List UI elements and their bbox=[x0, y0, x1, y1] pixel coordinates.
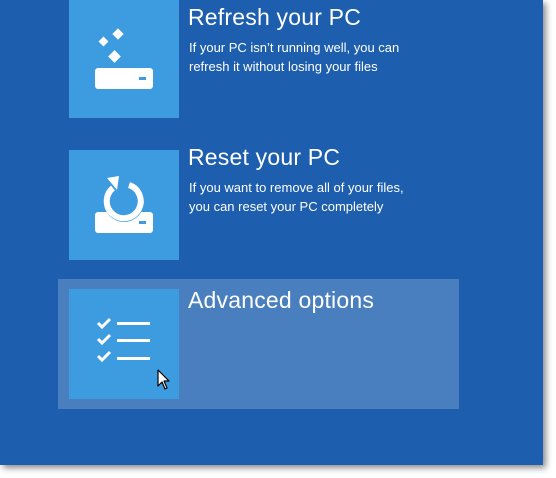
pointer-cursor-icon bbox=[157, 369, 171, 396]
screenshot-frame: Refresh your PC If your PC isn’t running… bbox=[0, 0, 556, 478]
refresh-pc-tile bbox=[69, 0, 179, 118]
refresh-drive-icon bbox=[95, 28, 153, 89]
reset-drive-icon bbox=[95, 176, 153, 233]
refresh-pc-description-line-2: refresh it without losing your files bbox=[189, 59, 378, 74]
reset-pc-title: Reset your PC bbox=[188, 144, 341, 170]
advanced-options-option[interactable]: Advanced options bbox=[58, 279, 459, 409]
troubleshoot-screen: Refresh your PC If your PC isn’t running… bbox=[0, 0, 543, 465]
reset-pc-description-line-2: you can reset your PC completely bbox=[189, 199, 384, 214]
refresh-pc-description: If your PC isn’t running well, you can r… bbox=[189, 38, 454, 76]
refresh-pc-description-line-1: If your PC isn’t running well, you can bbox=[189, 40, 400, 55]
advanced-options-title: Advanced options bbox=[188, 287, 375, 313]
refresh-pc-option[interactable]: Refresh your PC If your PC isn’t running… bbox=[58, 0, 459, 130]
reset-pc-option[interactable]: Reset your PC If you want to remove all … bbox=[58, 140, 459, 270]
reset-pc-description: If you want to remove all of your files,… bbox=[189, 178, 454, 216]
refresh-pc-title: Refresh your PC bbox=[188, 4, 362, 30]
reset-pc-tile bbox=[69, 150, 179, 260]
reset-pc-description-line-1: If you want to remove all of your files, bbox=[189, 180, 404, 195]
